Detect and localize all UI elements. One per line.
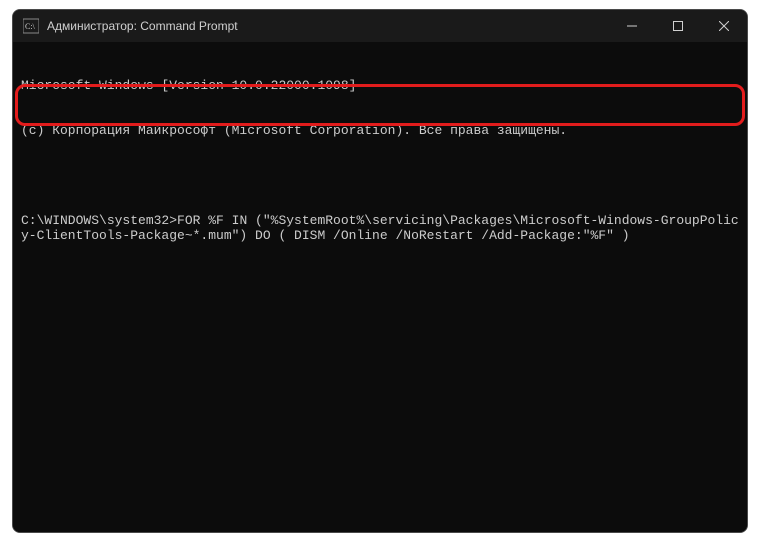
- terminal-area[interactable]: Microsoft Windows [Version 10.0.22000.10…: [13, 42, 747, 532]
- command-prompt-window: C:\ Администратор: Command Prompt Micros…: [12, 9, 748, 533]
- command-block: C:\WINDOWS\system32>FOR %F IN ("%SystemR…: [21, 213, 739, 243]
- prompt-text: C:\WINDOWS\system32>: [21, 213, 177, 228]
- close-button[interactable]: [701, 10, 747, 42]
- svg-text:C:\: C:\: [25, 22, 36, 31]
- cmd-icon: C:\: [23, 18, 39, 34]
- minimize-button[interactable]: [609, 10, 655, 42]
- window-controls: [609, 10, 747, 42]
- maximize-button[interactable]: [655, 10, 701, 42]
- titlebar[interactable]: C:\ Администратор: Command Prompt: [13, 10, 747, 42]
- blank-line: [21, 168, 739, 183]
- title-left: C:\ Администратор: Command Prompt: [13, 18, 609, 34]
- window-title: Администратор: Command Prompt: [47, 19, 238, 33]
- copyright-line: (c) Корпорация Майкрософт (Microsoft Cor…: [21, 123, 739, 138]
- version-line: Microsoft Windows [Version 10.0.22000.10…: [21, 78, 739, 93]
